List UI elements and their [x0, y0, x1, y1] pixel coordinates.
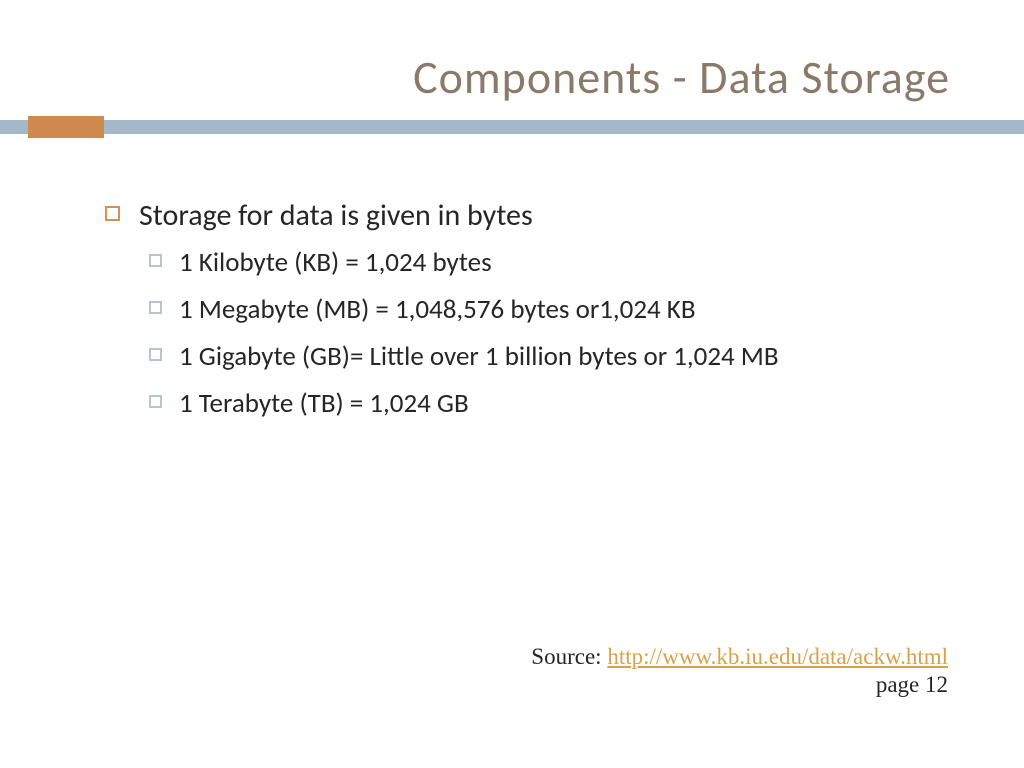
list-item-text: Storage for data is given in bytes	[139, 197, 533, 234]
page-number: page 12	[531, 671, 948, 700]
slide-title: Components - Data Storage	[0, 0, 1024, 116]
list-item-text: 1 Terabyte (TB) = 1,024 GB	[179, 387, 469, 420]
list-item-text: 1 Megabyte (MB) = 1,048,576 bytes or1,02…	[179, 293, 696, 326]
bullet-list-level2: 1 Kilobyte (KB) = 1,024 bytes 1 Megabyte…	[139, 243, 934, 424]
list-item: 1 Megabyte (MB) = 1,048,576 bytes or1,02…	[149, 290, 934, 329]
list-item: Storage for data is given in bytes 1 Kil…	[105, 196, 934, 424]
source-label: Source:	[531, 644, 607, 669]
list-item-text: 1 Gigabyte (GB)= Little over 1 billion b…	[179, 340, 779, 373]
footer: Source: http://www.kb.iu.edu/data/ackw.h…	[531, 643, 948, 701]
divider-bar-blue	[0, 120, 1024, 134]
list-item-text: 1 Kilobyte (KB) = 1,024 bytes	[179, 246, 492, 279]
divider-bar-orange	[28, 116, 104, 138]
list-item: 1 Terabyte (TB) = 1,024 GB	[149, 384, 934, 423]
list-item: 1 Kilobyte (KB) = 1,024 bytes	[149, 243, 934, 282]
content-area: Storage for data is given in bytes 1 Kil…	[0, 134, 1024, 424]
source-line: Source: http://www.kb.iu.edu/data/ackw.h…	[531, 643, 948, 672]
slide: Components - Data Storage Storage for da…	[0, 0, 1024, 768]
source-link[interactable]: http://www.kb.iu.edu/data/ackw.html	[607, 644, 948, 669]
bullet-list-level1: Storage for data is given in bytes 1 Kil…	[105, 196, 934, 424]
list-item: 1 Gigabyte (GB)= Little over 1 billion b…	[149, 337, 934, 376]
title-divider	[0, 120, 1024, 134]
